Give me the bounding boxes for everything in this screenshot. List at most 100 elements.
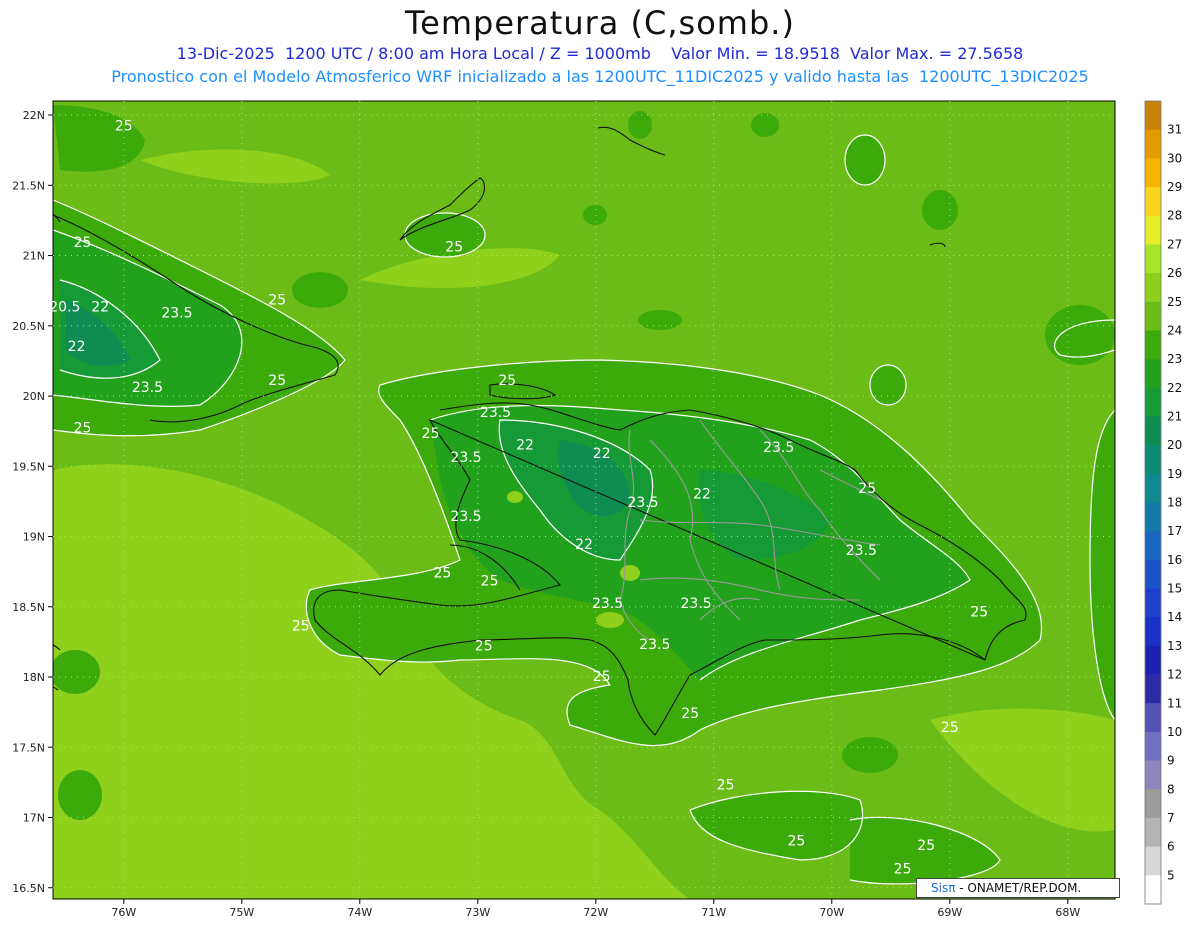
colorbar-swatch [1145,531,1161,561]
lat-tick-label: 17N [23,812,45,825]
contour-label: 25 [445,239,463,255]
lat-tick-label: 21N [23,250,45,263]
colorbar-label: 10 [1167,725,1182,739]
contour-label: 22 [693,487,711,503]
colorbar-swatch [1145,502,1161,532]
lat-tick-label: 17.5N [12,741,45,754]
lon-tick-label: 68W [1055,906,1080,919]
colorbar-swatch [1145,187,1161,217]
colorbar-swatch [1145,846,1161,876]
map-field [53,101,1115,899]
colorbar-swatch [1145,473,1161,503]
lat-tick-label: 16.5N [12,882,45,895]
colorbar-label: 6 [1167,840,1175,854]
contour-label: 23.5 [681,596,712,612]
contour-label: 23.5 [639,637,670,653]
colorbar-swatch [1145,559,1161,589]
contour-label: 23.5 [592,596,623,612]
colorbar-swatch [1145,674,1161,704]
contour-label: 23.5 [450,450,481,466]
colorbar-label: 26 [1167,266,1182,280]
colorbar-label: 15 [1167,582,1182,596]
colorbar-swatch [1145,330,1161,360]
lon-tick-label: 74W [347,906,372,919]
colorbar-swatch [1145,129,1161,159]
colorbar-label: 9 [1167,754,1175,768]
colorbar-label: 18 [1167,496,1182,510]
contour-label: 25 [268,293,286,309]
contour-label: 22 [68,339,86,355]
colorbar-swatch [1145,645,1161,675]
contour-label: 25 [475,638,493,654]
contour-label: 25 [970,605,988,621]
colorbar-label: 27 [1167,237,1182,251]
contour-label: 23.5 [161,305,192,321]
lon-tick-label: 71W [701,906,726,919]
credit-text: - ONAMET/REP.DOM. [955,881,1082,895]
colorbar-label: 17 [1167,524,1182,538]
lon-tick-label: 70W [819,906,844,919]
colorbar-swatch [1145,445,1161,475]
colorbar-label: 22 [1167,381,1182,395]
colorbar-swatch [1145,101,1161,130]
colorbar-label: 20 [1167,438,1182,452]
contour-label: 25 [433,565,451,581]
contour-label: 23.5 [627,495,658,511]
colorbar-swatch [1145,359,1161,389]
colorbar-swatch [1145,416,1161,446]
colorbar-label: 25 [1167,295,1182,309]
contour-label: 23.5 [846,543,877,559]
colorbar-label: 5 [1167,868,1175,882]
colorbar-swatch [1145,273,1161,303]
contour-label: 25 [894,862,912,878]
contour-label: 23.5 [132,380,163,396]
contour-label: 23.5 [763,440,794,456]
colorbar-label: 29 [1167,180,1182,194]
lon-tick-label: 76W [111,906,136,919]
contour-label: 22 [91,300,109,316]
colorbar-label: 14 [1167,610,1182,624]
contour-label: 23.5 [450,509,481,525]
contour-label: 23.5 [480,405,511,421]
colorbar-swatch [1145,875,1161,905]
lat-tick-label: 18N [23,671,45,684]
colorbar-swatch [1145,731,1161,761]
contour-label: 22 [593,446,611,462]
lat-tick-label: 22N [23,109,45,122]
contour-label: 25 [858,481,876,497]
lon-tick-label: 69W [937,906,962,919]
colorbar-label: 21 [1167,409,1182,423]
colorbar-swatch [1145,387,1161,417]
colorbar-label: 31 [1167,123,1182,137]
brand-label: Sisπ [931,881,956,895]
colorbar-label: 11 [1167,696,1182,710]
colorbar-label: 7 [1167,811,1175,825]
lat-tick-label: 19N [23,531,45,544]
lat-tick-label: 21.5N [12,179,45,192]
colorbar-label: 16 [1167,553,1182,567]
lat-tick-label: 20.5N [12,320,45,333]
temperature-map: 76W 75W 74W 73W 72W 71W 70W 69W 68W 22N 21.5N 21N 20… [12,100,1182,919]
colorbar-swatch [1145,703,1161,733]
contour-label: 25 [787,834,805,850]
lon-tick-label: 72W [583,906,608,919]
colorbar-label: 8 [1167,782,1175,796]
colorbar-label: 13 [1167,639,1182,653]
colorbar-label: 23 [1167,352,1182,366]
lat-tick-label: 19.5N [12,460,45,473]
contour-label: 22 [575,537,593,553]
contour-label: 25 [593,669,611,685]
colorbar-label: 28 [1167,209,1182,223]
contour-label: 25 [681,706,699,722]
colorbar-swatch [1145,760,1161,790]
colorbar-label: 30 [1167,151,1182,165]
contour-label: 25 [481,574,499,590]
credit-box: Sisπ - ONAMET/REP.DOM. [916,878,1120,898]
colorbar-swatch [1145,215,1161,245]
contour-label: 25 [268,373,286,389]
contour-label: 25 [717,777,735,793]
colorbar-swatch [1145,244,1161,274]
colorbar-swatch [1145,588,1161,618]
contour-label: 20.5 [49,300,80,316]
colorbar-label: 24 [1167,323,1182,337]
